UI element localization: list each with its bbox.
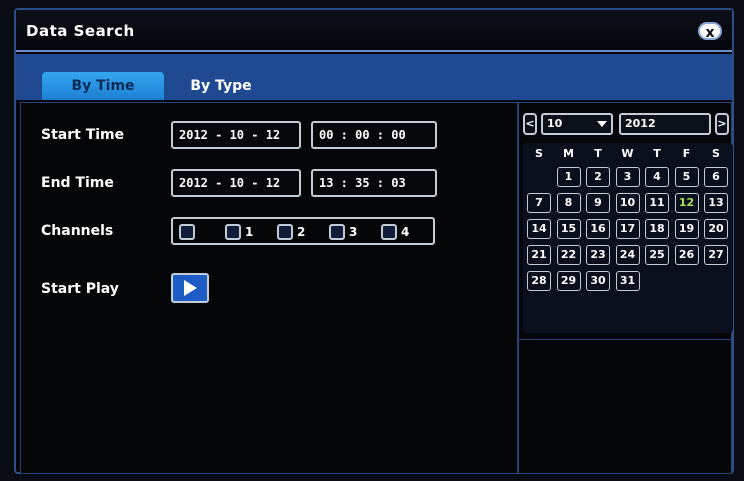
calendar-day[interactable]: 5 bbox=[674, 167, 699, 187]
prev-month-button[interactable]: < bbox=[523, 113, 537, 135]
weekday-header: M bbox=[563, 147, 574, 160]
weekday-header: W bbox=[621, 147, 634, 160]
calendar-day[interactable]: 14 bbox=[527, 219, 551, 239]
next-month-button[interactable]: > bbox=[715, 113, 729, 135]
calendar-day[interactable]: 24 bbox=[615, 245, 640, 265]
channel-1[interactable]: 1 bbox=[225, 223, 253, 241]
calendar-day[interactable]: 31 bbox=[615, 271, 640, 291]
calendar-day[interactable]: 23 bbox=[586, 245, 610, 265]
calendar-day[interactable]: 12 bbox=[674, 193, 699, 213]
window-title: Data Search bbox=[26, 22, 135, 40]
calendar-divider bbox=[519, 339, 731, 340]
channel-4[interactable]: 4 bbox=[381, 223, 409, 241]
calendar-day[interactable]: 3 bbox=[615, 167, 640, 187]
channel-all-checkbox[interactable] bbox=[179, 224, 195, 240]
calendar-day[interactable]: 13 bbox=[704, 193, 728, 213]
weekday-header: T bbox=[594, 147, 602, 160]
channel-all[interactable] bbox=[179, 223, 199, 241]
weekday-header: S bbox=[535, 147, 543, 160]
calendar-day[interactable]: 21 bbox=[527, 245, 551, 265]
end-clock-field[interactable]: 13 : 35 : 03 bbox=[311, 169, 437, 197]
channel-3-checkbox[interactable] bbox=[329, 224, 345, 240]
start-time-label: Start Time bbox=[41, 127, 125, 143]
calendar-day[interactable]: 26 bbox=[674, 245, 699, 265]
channels-label: Channels bbox=[41, 223, 114, 239]
month-value: 10 bbox=[547, 117, 563, 130]
calendar-grid: S M T W T F S 1 2 3 4 5 6 7 8 9 10 11 12 13 14 15 16 17 18 19 20 21… bbox=[523, 143, 733, 333]
calendar-day[interactable]: 1 bbox=[556, 167, 581, 187]
close-icon[interactable]: x bbox=[698, 22, 722, 41]
calendar-day[interactable]: 2 bbox=[586, 167, 610, 187]
search-form-panel: Start Time 2012 - 10 - 12 00 : 00 : 00 E… bbox=[20, 102, 518, 474]
calendar-panel: < 10 2012 > S M T W T F S 1 2 3 4 5 6 7 8 9 10 11 12 13 14 15… bbox=[518, 102, 733, 474]
start-date-field[interactable]: 2012 - 10 - 12 bbox=[171, 121, 301, 149]
start-clock-field[interactable]: 00 : 00 : 00 bbox=[311, 121, 437, 149]
calendar-day[interactable]: 28 bbox=[527, 271, 551, 291]
data-search-window: Data Search x By Time By Type Start Time… bbox=[14, 8, 734, 474]
weekday-header: F bbox=[682, 147, 691, 160]
calendar-day[interactable]: 17 bbox=[615, 219, 640, 239]
channel-1-label: 1 bbox=[245, 225, 254, 239]
month-select[interactable]: 10 bbox=[541, 113, 613, 135]
calendar-day[interactable]: 11 bbox=[645, 193, 669, 213]
channel-2-checkbox[interactable] bbox=[277, 224, 293, 240]
calendar-day[interactable]: 29 bbox=[556, 271, 581, 291]
start-play-label: Start Play bbox=[41, 281, 119, 297]
weekday-header: S bbox=[712, 147, 720, 160]
channel-3-label: 3 bbox=[349, 225, 358, 239]
play-button[interactable] bbox=[171, 273, 209, 303]
tab-by-time[interactable]: By Time bbox=[42, 72, 164, 100]
calendar-header: < 10 2012 > bbox=[523, 113, 729, 137]
calendar-day[interactable]: 9 bbox=[586, 193, 610, 213]
tab-by-type[interactable]: By Type bbox=[166, 72, 276, 100]
calendar-day[interactable]: 18 bbox=[645, 219, 669, 239]
calendar-day[interactable]: 16 bbox=[586, 219, 610, 239]
calendar-day[interactable]: 10 bbox=[615, 193, 640, 213]
tab-bar: By Time By Type bbox=[16, 54, 732, 100]
end-time-label: End Time bbox=[41, 175, 114, 191]
calendar-day[interactable]: 19 bbox=[674, 219, 699, 239]
calendar-day[interactable]: 4 bbox=[645, 167, 669, 187]
calendar-day[interactable]: 7 bbox=[527, 193, 551, 213]
calendar-day[interactable]: 20 bbox=[704, 219, 728, 239]
channel-4-checkbox[interactable] bbox=[381, 224, 397, 240]
channels-selector: 1 2 3 4 bbox=[171, 217, 435, 245]
channel-1-checkbox[interactable] bbox=[225, 224, 241, 240]
calendar-day[interactable]: 15 bbox=[556, 219, 581, 239]
calendar-day[interactable]: 22 bbox=[556, 245, 581, 265]
year-field[interactable]: 2012 bbox=[619, 113, 711, 135]
calendar-day[interactable]: 8 bbox=[556, 193, 581, 213]
title-bar: Data Search x bbox=[16, 10, 732, 52]
chevron-down-icon bbox=[597, 121, 607, 127]
calendar-day[interactable]: 6 bbox=[704, 167, 728, 187]
weekday-header: T bbox=[653, 147, 661, 160]
channel-4-label: 4 bbox=[401, 225, 410, 239]
channel-2-label: 2 bbox=[297, 225, 306, 239]
end-date-field[interactable]: 2012 - 10 - 12 bbox=[171, 169, 301, 197]
calendar-day[interactable]: 25 bbox=[645, 245, 669, 265]
channel-3[interactable]: 3 bbox=[329, 223, 357, 241]
calendar-day[interactable]: 30 bbox=[586, 271, 610, 291]
calendar-day[interactable]: 27 bbox=[704, 245, 728, 265]
channel-2[interactable]: 2 bbox=[277, 223, 305, 241]
